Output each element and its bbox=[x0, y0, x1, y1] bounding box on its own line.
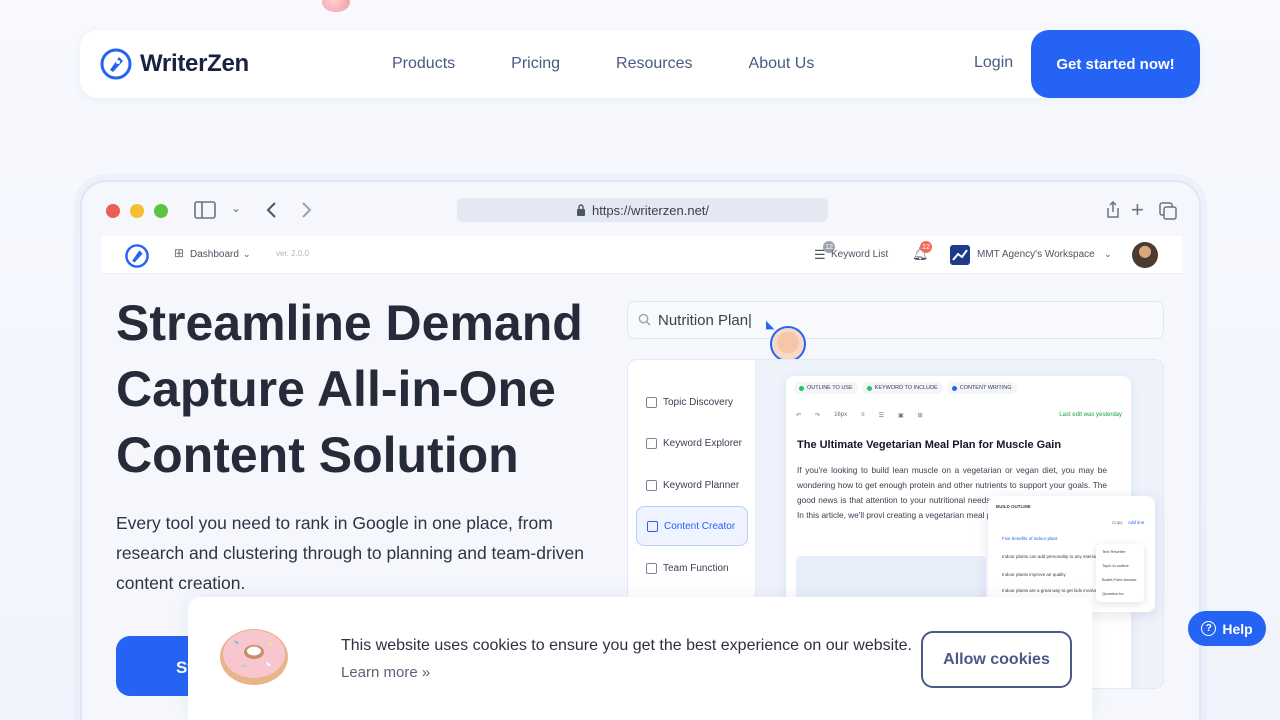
outline-context-menu: Text Rewriter Topic to outline Bullet-Po… bbox=[1096, 544, 1144, 602]
undo-icon[interactable]: ↶ bbox=[796, 412, 801, 419]
step-chip[interactable]: OUTLINE TO USE bbox=[794, 382, 858, 394]
grid-icon: ⊞ bbox=[174, 246, 185, 260]
keyword-list-button[interactable]: Keyword List bbox=[831, 249, 888, 260]
build-outline-card: BUILD OUTLINE Copy Add line Five benefit… bbox=[988, 496, 1155, 612]
document-title: The Ultimate Vegetarian Meal Plan for Mu… bbox=[797, 439, 1062, 451]
menu-item[interactable]: Text Rewriter bbox=[1096, 544, 1144, 558]
outline-add-line-button[interactable]: Add line bbox=[1128, 520, 1144, 525]
outline-title: BUILD OUTLINE bbox=[996, 504, 1031, 509]
writerzen-logo-icon bbox=[100, 48, 132, 80]
step-label: CONTENT WRITING bbox=[959, 385, 1012, 391]
decorative-ball bbox=[322, 0, 350, 12]
window-controls bbox=[106, 204, 168, 218]
collaborator-avatar bbox=[770, 326, 806, 362]
hero-subtitle: Every tool you need to rank in Google in… bbox=[116, 513, 584, 593]
donut-icon bbox=[220, 629, 288, 685]
sidebar-item-content-creator[interactable]: Content Creator bbox=[636, 506, 748, 546]
nav-links: Products Pricing Resources About Us bbox=[392, 30, 870, 98]
step-label: KEYWORD TO INCLUDE bbox=[874, 385, 938, 391]
table-icon[interactable]: ⊞ bbox=[918, 412, 923, 419]
nav-resources[interactable]: Resources bbox=[616, 55, 692, 73]
step-label: OUTLINE TO USE bbox=[807, 385, 853, 391]
sidebar-item-keyword-explorer[interactable]: Keyword Explorer bbox=[636, 423, 748, 463]
minimize-dot bbox=[130, 204, 144, 218]
login-link[interactable]: Login bbox=[974, 54, 1013, 72]
help-button[interactable]: ? Help bbox=[1188, 611, 1266, 646]
dashboard-chevron-icon: ⌄ bbox=[243, 249, 251, 259]
sidebar-item-label: Keyword Planner bbox=[663, 479, 740, 491]
content-creator-icon bbox=[647, 520, 658, 532]
maximize-dot bbox=[154, 204, 168, 218]
workspace-logo-icon bbox=[950, 245, 970, 265]
keyword-explorer-icon bbox=[646, 437, 657, 449]
outline-row[interactable]: Indoor plants improve air quality bbox=[1002, 572, 1066, 577]
search-field[interactable]: Nutrition Plan| bbox=[627, 301, 1164, 339]
app-logo-icon bbox=[125, 244, 149, 268]
nav-about-us[interactable]: About Us bbox=[749, 55, 815, 73]
hero-title: Streamline Demand Capture All-in-One Con… bbox=[116, 295, 583, 483]
keyword-planner-icon bbox=[646, 479, 657, 491]
menu-item[interactable]: Question for bbox=[1096, 586, 1144, 600]
sidebar-item-label: Keyword Explorer bbox=[663, 437, 742, 449]
chevron-down-icon: ⌄ bbox=[231, 201, 242, 215]
app-header: ⊞ Dashboard ⌄ ver. 2.0.0 ☰ 12 Keyword Li… bbox=[102, 236, 1182, 274]
workspace-chevron-icon: ⌄ bbox=[1104, 249, 1112, 259]
cookie-message: This website uses cookies to ensure you … bbox=[341, 637, 912, 654]
nav-pricing[interactable]: Pricing bbox=[511, 55, 560, 73]
user-avatar[interactable] bbox=[1132, 242, 1158, 268]
sidebar-item-label: Topic Discovery bbox=[663, 396, 734, 408]
help-label: Help bbox=[1222, 620, 1253, 637]
topic-discovery-icon bbox=[646, 396, 657, 408]
learn-more-link[interactable]: Learn more » bbox=[341, 664, 430, 681]
menu-item[interactable]: Bullet-Point Answer bbox=[1096, 572, 1144, 586]
sidebar-item-label: Content Creator bbox=[664, 520, 736, 532]
menu-item[interactable]: Topic to outline bbox=[1096, 558, 1144, 572]
forward-icon bbox=[302, 202, 312, 218]
list-format-icon[interactable]: ☰ bbox=[879, 412, 884, 419]
search-input[interactable]: Nutrition Plan| bbox=[658, 312, 752, 329]
dashboard-menu[interactable]: Dashboard bbox=[190, 249, 239, 260]
notification-badge: 12 bbox=[920, 241, 932, 253]
sidebar-item-label: Team Function bbox=[663, 562, 729, 574]
font-size-select[interactable]: 16px bbox=[834, 412, 847, 418]
address-bar[interactable]: https://writerzen.net/ bbox=[457, 198, 828, 222]
sidebar-icon bbox=[194, 201, 216, 219]
image-icon[interactable]: ▣ bbox=[898, 412, 904, 419]
sidebar-item-team-function[interactable]: Team Function bbox=[636, 548, 748, 588]
lock-icon bbox=[576, 204, 585, 216]
redo-icon[interactable]: ↷ bbox=[815, 412, 820, 419]
back-icon bbox=[266, 202, 276, 218]
editor-steps: OUTLINE TO USE KEYWORD TO INCLUDE CONTEN… bbox=[794, 382, 1017, 394]
sidebar-item-keyword-planner[interactable]: Keyword Planner bbox=[636, 465, 748, 505]
version-label: ver. 2.0.0 bbox=[276, 249, 309, 258]
sidebar-item-topic-discovery[interactable]: Topic Discovery bbox=[636, 382, 748, 422]
url-text: https://writerzen.net/ bbox=[591, 202, 710, 218]
allow-cookies-button[interactable]: Allow cookies bbox=[921, 631, 1072, 688]
nav-products[interactable]: Products bbox=[392, 55, 455, 73]
question-icon: ? bbox=[1201, 621, 1217, 636]
step-chip[interactable]: CONTENT WRITING bbox=[946, 382, 1017, 394]
workspace-switcher[interactable]: MMT Agency's Workspace bbox=[977, 249, 1095, 260]
logo[interactable]: WriterZen bbox=[100, 47, 249, 81]
last-edit-status: Last edit was yesterday bbox=[1059, 412, 1122, 418]
top-nav: WriterZen Products Pricing Resources Abo… bbox=[80, 30, 1200, 98]
outline-copy-button[interactable]: Copy bbox=[1112, 520, 1123, 525]
cookie-banner: This website uses cookies to ensure you … bbox=[188, 597, 1092, 720]
editor-toolbar: ↶ ↷ 16px ≡ ☰ ▣ ⊞ Last edit was yesterday bbox=[796, 408, 1122, 422]
cursor-pointer-icon: ◣ bbox=[766, 319, 775, 331]
plus-icon: + bbox=[1131, 197, 1144, 222]
team-function-icon bbox=[646, 562, 657, 574]
tabs-icon bbox=[1159, 202, 1177, 220]
share-icon bbox=[1107, 201, 1119, 218]
close-dot bbox=[106, 204, 120, 218]
brand-name: WriterZen bbox=[140, 50, 249, 77]
outline-row[interactable]: Indoor plants are a great way to get kid… bbox=[1002, 588, 1100, 593]
outline-row[interactable]: Five benefits of indoor plant bbox=[1002, 536, 1057, 541]
step-chip[interactable]: KEYWORD TO INCLUDE bbox=[861, 382, 943, 394]
outline-row[interactable]: Indoor plants can add personality to any… bbox=[1002, 554, 1097, 559]
get-started-button[interactable]: Get started now! bbox=[1031, 30, 1200, 98]
align-icon[interactable]: ≡ bbox=[861, 412, 865, 418]
search-icon bbox=[638, 313, 651, 326]
